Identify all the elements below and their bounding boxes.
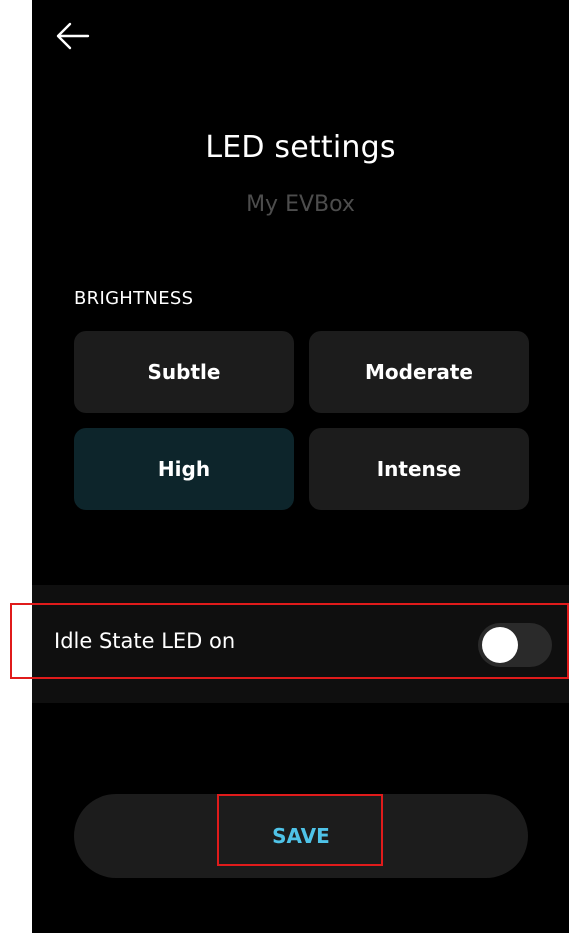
brightness-option-high[interactable]: High (74, 428, 294, 510)
brightness-label: BRIGHTNESS (74, 288, 194, 309)
toggle-knob (482, 627, 518, 663)
brightness-option-subtle[interactable]: Subtle (74, 331, 294, 413)
device-name: My EVBox (246, 192, 355, 217)
idle-state-toggle[interactable] (478, 623, 552, 667)
arrow-left-icon (56, 22, 90, 50)
brightness-options: Subtle Moderate High Intense (74, 331, 529, 510)
save-button[interactable]: SAVE (74, 794, 528, 878)
led-settings-screen: LED settings My EVBox BRIGHTNESS Subtle … (32, 0, 569, 933)
brightness-option-moderate[interactable]: Moderate (309, 331, 529, 413)
save-label: SAVE (272, 824, 330, 848)
brightness-option-intense[interactable]: Intense (309, 428, 529, 510)
page-title: LED settings (205, 130, 396, 165)
idle-state-label: Idle State LED on (54, 629, 236, 653)
back-button[interactable] (52, 18, 92, 54)
idle-state-row: Idle State LED on (32, 585, 569, 703)
